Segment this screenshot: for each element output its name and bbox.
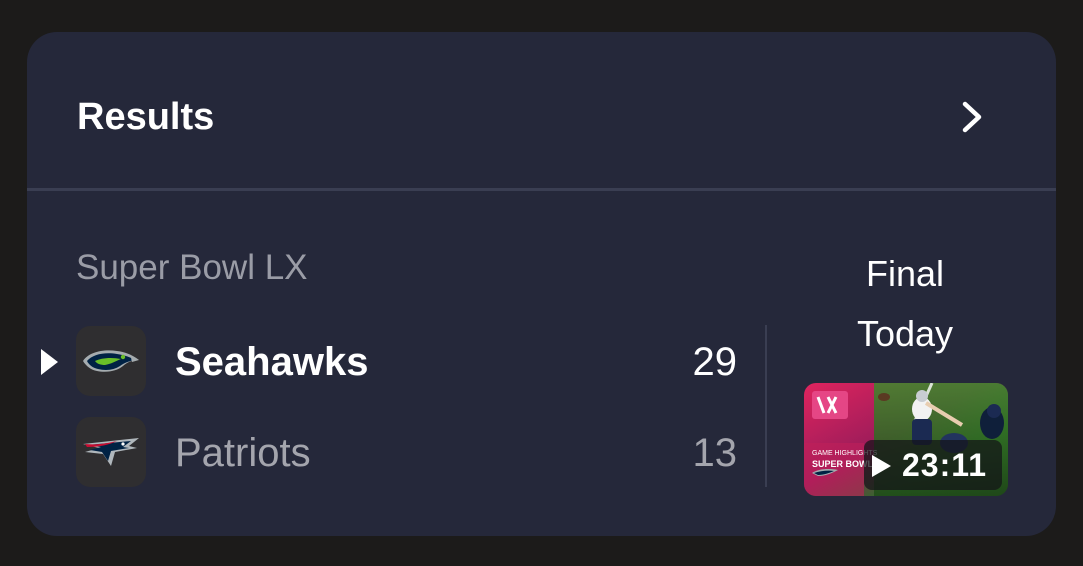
winner-marker-icon: [41, 349, 58, 375]
duration-text: 23:11: [902, 447, 988, 483]
game-status: Final: [865, 253, 945, 294]
team-row-patriots[interactable]: Patriots 13: [27, 417, 767, 487]
duration-badge: 23:11: [864, 440, 1002, 490]
results-card: Results Super Bowl LX Seahawks 29 Patrio…: [27, 32, 1056, 536]
seahawks-logo-icon: [76, 326, 146, 396]
patriots-logo-icon: [76, 417, 146, 487]
highlight-video-thumbnail[interactable]: GAME HIGHLIGHTS SUPER BOWL 23:11: [804, 383, 1008, 496]
team-name: Patriots: [175, 431, 311, 475]
column-divider: [765, 325, 767, 487]
team-row-seahawks[interactable]: Seahawks 29: [27, 326, 767, 396]
results-header[interactable]: Results: [27, 32, 1056, 188]
event-title: Super Bowl LX: [76, 248, 308, 287]
play-icon: [872, 455, 891, 477]
header-divider: [27, 188, 1056, 191]
team-score: 13: [692, 431, 738, 475]
header-title: Results: [77, 96, 215, 138]
team-name: Seahawks: [175, 340, 369, 384]
chevron-right-icon[interactable]: [957, 100, 987, 134]
game-date: Today: [856, 313, 954, 354]
team-score: 29: [692, 340, 738, 384]
